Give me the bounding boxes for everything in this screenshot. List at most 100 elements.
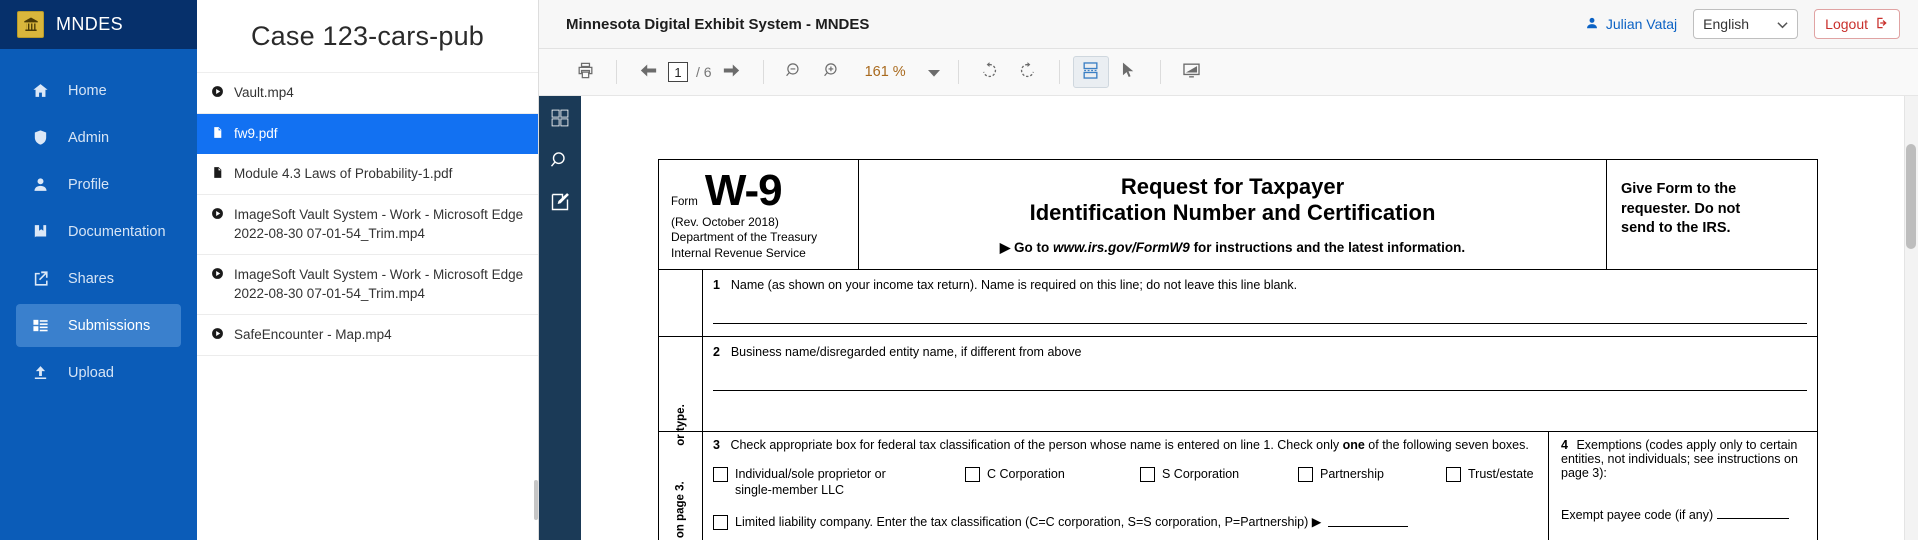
sidebar-item-profile[interactable]: Profile (16, 163, 181, 206)
logout-button[interactable]: Logout (1814, 9, 1900, 39)
checkbox-box[interactable] (1140, 466, 1155, 482)
presentation-mode-button[interactable] (1174, 56, 1210, 88)
rotate-right-button[interactable] (1010, 56, 1046, 88)
pdf-viewer: / 6 161 % (539, 49, 1918, 540)
language-select[interactable]: English (1693, 9, 1799, 39)
upload-icon (30, 364, 50, 381)
user-name: Julian Vataj (1605, 16, 1678, 32)
line-1-input[interactable] (713, 302, 1807, 324)
sidebar-item-submissions[interactable]: Submissions (16, 304, 181, 347)
book-icon (30, 223, 50, 240)
file-list: Vault.mp4 fw9.pdf Module 4.3 Laws of Pro… (197, 72, 538, 356)
checkbox-box[interactable] (713, 466, 728, 482)
pdf-page-area[interactable]: Form W-9 (Rev. October 2018) Department … (581, 96, 1918, 540)
app-root: MNDES Home Admin Profile Documentation S… (0, 0, 1918, 540)
page-fit-button[interactable] (1072, 56, 1109, 88)
sidebar-item-upload[interactable]: Upload (16, 351, 181, 394)
list-item[interactable]: SafeEncounter - Map.mp4 (197, 315, 538, 356)
pdf-side-toolstrip (539, 96, 581, 540)
checkbox-trust-estate[interactable]: Trust/estate (1446, 466, 1534, 482)
user-menu[interactable]: Julian Vataj (1585, 16, 1677, 33)
w9-line-2: 2 Business name/disregarded entity name,… (703, 337, 1817, 431)
line-3-number: 3 (713, 437, 720, 452)
search-button[interactable] (547, 148, 573, 174)
goto-prefix: ▶ Go to (999, 239, 1054, 255)
page-number-input[interactable] (668, 62, 688, 82)
sidebar-item-label: Shares (68, 270, 114, 287)
file-name: SafeEncounter - Map.mp4 (234, 326, 392, 342)
sidebar-item-label: Profile (68, 176, 110, 193)
thumbnails-button[interactable] (547, 106, 573, 132)
checkbox-box[interactable] (965, 466, 980, 482)
sidebar-item-admin[interactable]: Admin (16, 116, 181, 159)
sidebar-item-label: Submissions (68, 317, 151, 334)
checkbox-individual[interactable]: Individual/sole proprietor or single-mem… (713, 466, 965, 499)
line-4-number: 4 (1561, 437, 1568, 452)
w9-header: Form W-9 (Rev. October 2018) Department … (659, 160, 1817, 270)
w9-give-form-note: Give Form to the requester. Do not send … (1607, 160, 1817, 269)
w9-form-identity: Form W-9 (Rev. October 2018) Department … (659, 160, 859, 269)
select-tool-button[interactable] (1111, 56, 1147, 88)
list-item[interactable]: ImageSoft Vault System - Work - Microsof… (197, 255, 538, 315)
file-name: ImageSoft Vault System - Work - Microsof… (234, 266, 524, 302)
vertical-specific-instructions: ructions on page 3. (674, 481, 687, 540)
checkbox-llc[interactable]: Limited liability company. Enter the tax… (713, 514, 1538, 531)
line-2-input[interactable] (713, 369, 1807, 391)
list-item[interactable]: Vault.mp4 (197, 73, 538, 114)
next-page-button[interactable] (714, 56, 750, 88)
annotate-button[interactable] (547, 190, 573, 216)
checkbox-box[interactable] (713, 515, 728, 531)
w9-vertical-instructions-cont: or type. (659, 336, 703, 446)
play-circle-icon (211, 267, 225, 280)
list-item[interactable]: ImageSoft Vault System - Work - Microsof… (197, 195, 538, 255)
sidebar-item-label: Home (68, 82, 107, 99)
scrollbar-thumb[interactable] (1906, 144, 1916, 249)
toolbar-divider (1058, 60, 1060, 84)
llc-classification-input[interactable] (1328, 514, 1409, 528)
exempt-payee-row: Exempt payee code (if any) (1561, 506, 1807, 522)
previous-page-button[interactable] (630, 56, 666, 88)
rotate-left-button[interactable] (972, 56, 1008, 88)
zoom-out-button[interactable] (777, 56, 813, 88)
logout-icon (1875, 16, 1889, 33)
exempt-payee-input[interactable] (1716, 506, 1789, 519)
file-name: Module 4.3 Laws of Probability-1.pdf (234, 166, 453, 182)
checkbox-c-corporation[interactable]: C Corporation (965, 466, 1140, 482)
give-form-line-2: requester. Do not (1621, 200, 1741, 217)
checkbox-box[interactable] (1298, 466, 1313, 482)
sidebar-item-shares[interactable]: Shares (16, 257, 181, 300)
checkbox-s-corporation[interactable]: S Corporation (1140, 466, 1298, 482)
print-button[interactable] (567, 56, 603, 88)
form-revision: (Rev. October 2018) (671, 214, 779, 229)
file-pdf-icon (211, 126, 225, 139)
viewer-body: Form W-9 (Rev. October 2018) Department … (539, 96, 1918, 540)
list-item[interactable]: Module 4.3 Laws of Probability-1.pdf (197, 154, 538, 195)
w9-line-2-row: or type. 2 Business name/disregarded ent… (659, 336, 1817, 446)
app-title: Minnesota Digital Exhibit System - MNDES (566, 15, 870, 33)
w9-exemptions-block: 4 Exemptions (codes apply only to certai… (1549, 432, 1817, 540)
sidebar-item-label: Upload (68, 364, 114, 381)
list-item[interactable]: fw9.pdf (197, 113, 538, 155)
zoom-in-button[interactable] (815, 56, 851, 88)
checkbox-label: C Corporation (987, 466, 1065, 481)
share-icon (30, 270, 50, 287)
play-circle-icon (211, 327, 225, 340)
checkbox-box[interactable] (1446, 466, 1461, 482)
w9-vertical-instructions-3: ructions on page 3. (659, 431, 703, 540)
form-label: Form (671, 195, 698, 208)
panel-resize-handle[interactable] (534, 480, 538, 520)
list-grid-icon (30, 317, 50, 334)
vertical-scrollbar[interactable] (1904, 96, 1918, 540)
sidebar-item-home[interactable]: Home (16, 69, 181, 112)
search-icon (550, 150, 570, 173)
case-file-panel: Case 123-cars-pub Vault.mp4 fw9.pdf Modu… (197, 0, 539, 540)
goto-url: www.irs.gov/FormW9 (1053, 239, 1190, 255)
play-circle-icon (211, 85, 225, 98)
classical-building-icon (17, 11, 44, 38)
sidebar-item-documentation[interactable]: Documentation (16, 210, 181, 253)
page-total-label: / 6 (696, 64, 712, 80)
page-title: Case 123-cars-pub (197, 0, 538, 72)
line-3-text-a: Check appropriate box for federal tax cl… (730, 437, 1343, 452)
zoom-dropdown-button[interactable] (916, 56, 952, 88)
checkbox-partnership[interactable]: Partnership (1298, 466, 1446, 482)
